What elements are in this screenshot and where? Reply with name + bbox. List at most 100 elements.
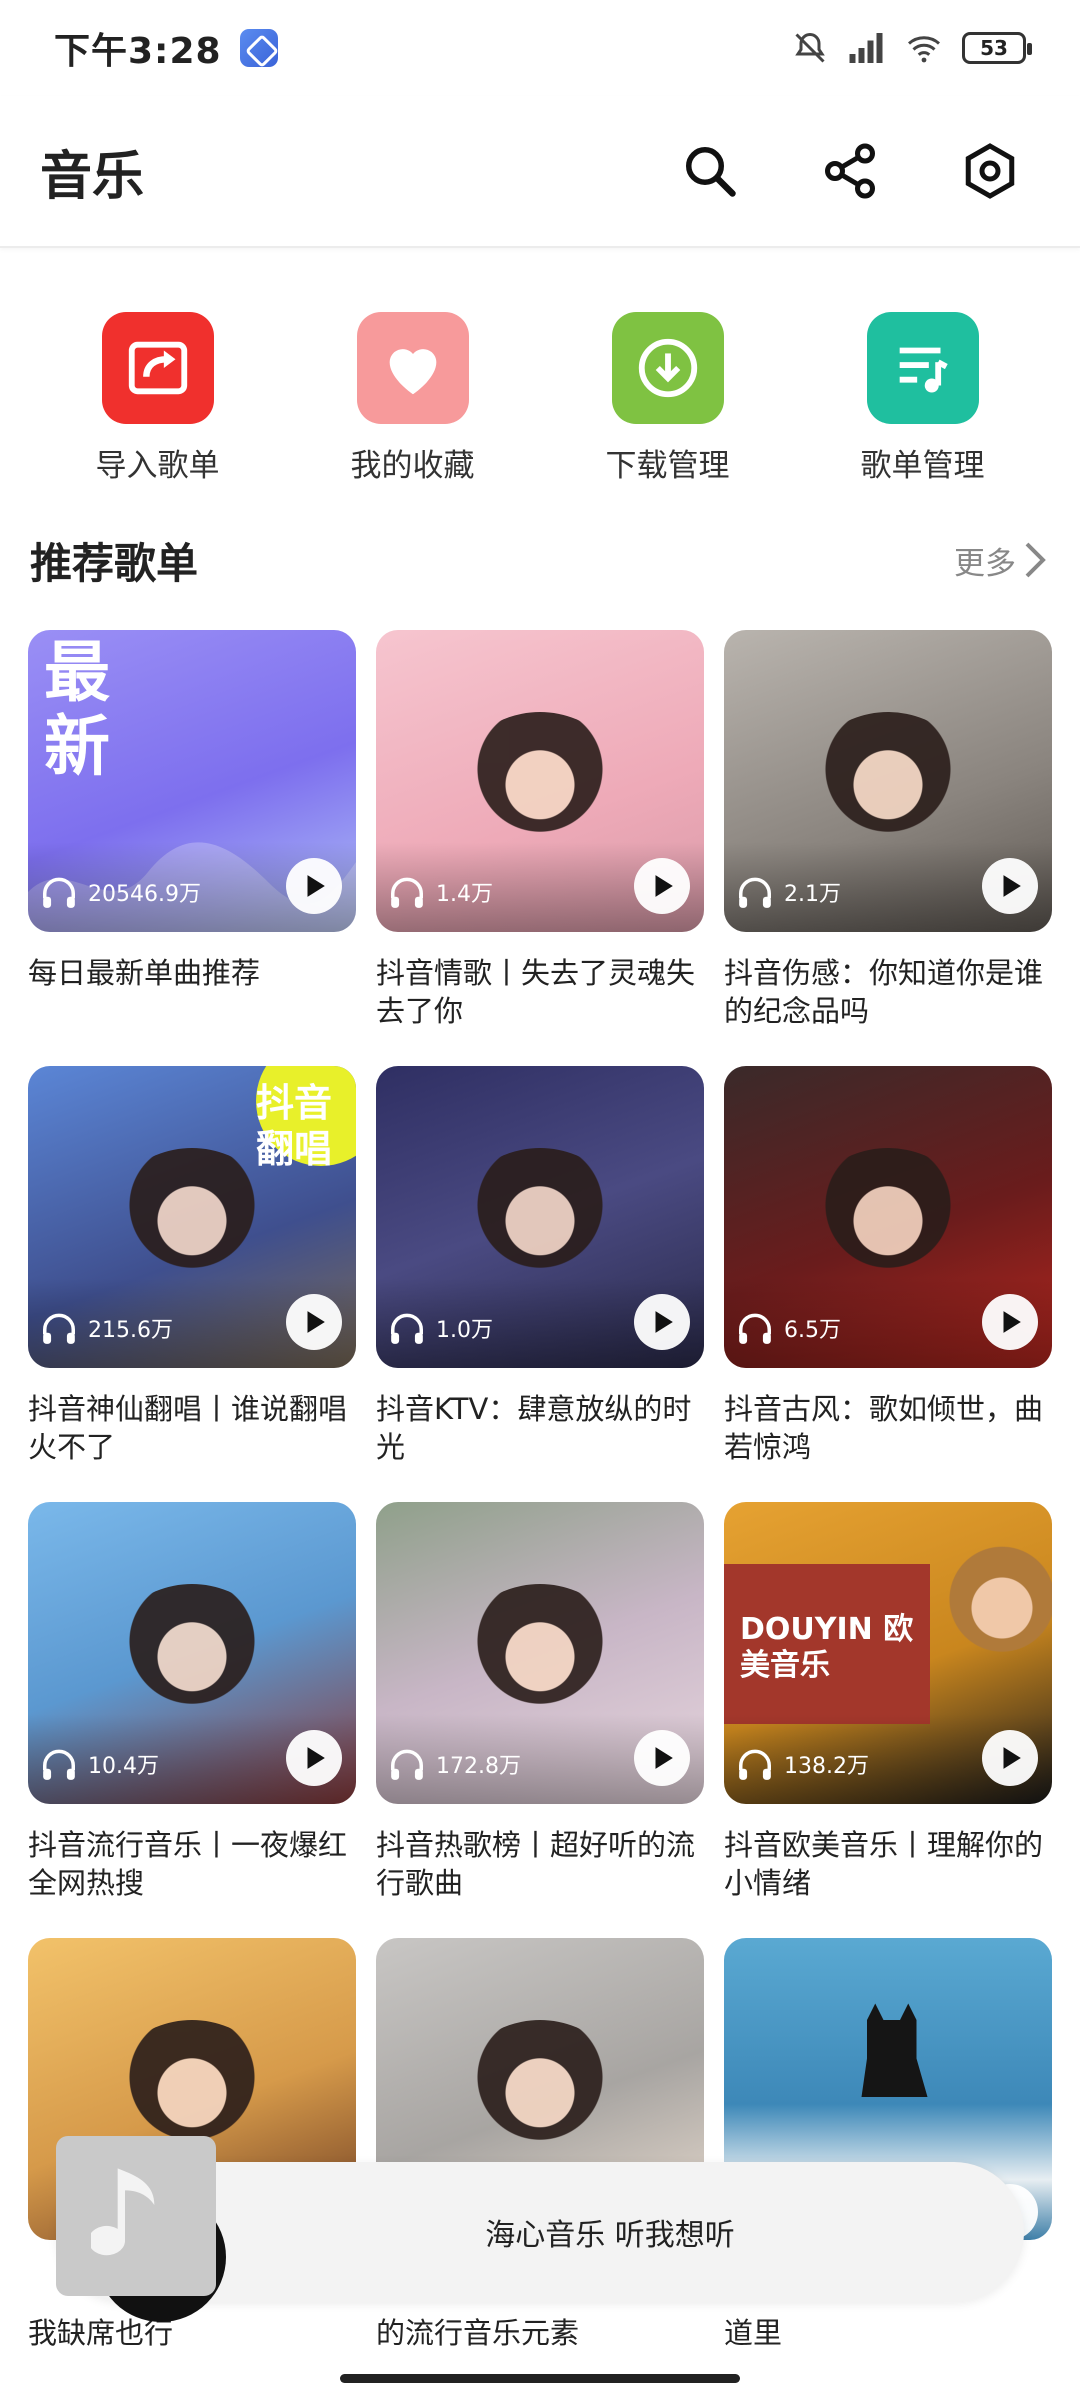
favorites-button[interactable]: 我的收藏 bbox=[303, 312, 523, 485]
play-count-value: 2.1万 bbox=[784, 882, 841, 907]
cover-badge: 最新 bbox=[44, 634, 110, 785]
section-title: 推荐歌单 bbox=[30, 538, 199, 588]
import-playlist-button[interactable]: 导入歌单 bbox=[48, 312, 268, 485]
play-count-value: 10.4万 bbox=[88, 1754, 159, 1779]
play-icon bbox=[307, 875, 325, 897]
play-count: 2.1万 bbox=[736, 874, 841, 910]
playlist-card[interactable]: 2.1万 抖音伤感：你知道你是谁的纪念品吗 bbox=[724, 630, 1052, 1066]
playlist-cover[interactable]: 6.5万 bbox=[724, 1066, 1052, 1368]
app-header: 音乐 bbox=[0, 96, 1080, 248]
settings-button[interactable] bbox=[940, 121, 1040, 221]
playlist-manager-button[interactable]: 歌单管理 bbox=[813, 312, 1033, 485]
play-icon bbox=[1003, 875, 1021, 897]
playlist-title-partial: 我缺席也行 bbox=[28, 2316, 174, 2350]
more-label: 更多 bbox=[954, 545, 1016, 582]
chevron-right-icon bbox=[1025, 542, 1046, 578]
album-art[interactable] bbox=[56, 2136, 216, 2296]
quick-action-label: 歌单管理 bbox=[860, 448, 985, 484]
play-count: 6.5万 bbox=[736, 1310, 841, 1346]
playlist-title-partial: 的流行音乐元素 bbox=[376, 2316, 580, 2350]
share-button[interactable] bbox=[800, 121, 900, 221]
playlist-cover[interactable]: 1.0万 bbox=[376, 1066, 704, 1368]
playlist-card[interactable]: 10.4万 抖音流行音乐丨一夜爆红全网热搜 bbox=[28, 1502, 356, 1938]
playlist-card[interactable]: 172.8万 抖音热歌榜丨超好听的流行歌曲 bbox=[376, 1502, 704, 1938]
playlist-title: 抖音KTV：肆意放纵的时光 bbox=[376, 1392, 692, 1464]
page-title: 音乐 bbox=[40, 146, 145, 207]
play-count: 172.8万 bbox=[388, 1746, 521, 1782]
mini-player-title: 海心音乐 听我想听 bbox=[485, 2218, 735, 2253]
play-count: 20546.9万 bbox=[40, 874, 201, 910]
headphones-icon bbox=[739, 1749, 771, 1780]
headphones-icon bbox=[739, 877, 771, 908]
playlist-icon bbox=[866, 312, 979, 424]
play-count-value: 6.5万 bbox=[784, 1318, 841, 1343]
playlist-title: 抖音流行音乐丨一夜爆红全网热搜 bbox=[28, 1828, 348, 1900]
playlist-title: 抖音伤感：你知道你是谁的纪念品吗 bbox=[724, 956, 1044, 1028]
play-count-value: 20546.9万 bbox=[88, 882, 201, 907]
play-count-value: 1.4万 bbox=[436, 882, 493, 907]
play-icon bbox=[655, 1747, 673, 1769]
play-button[interactable] bbox=[634, 1294, 690, 1350]
playlist-card[interactable]: DOUYIN 欧美音乐 138.2万 抖音欧美音乐丨理解你的小情绪 bbox=[724, 1502, 1052, 1938]
playlist-card[interactable]: 6.5万 抖音古风：歌如倾世，曲若惊鸿 bbox=[724, 1066, 1052, 1502]
playlist-title: 抖音神仙翻唱丨谁说翻唱火不了 bbox=[28, 1392, 348, 1464]
playlist-card[interactable]: 最新 20546.9万 每日最新单曲推荐 bbox=[28, 630, 356, 1066]
headphones-icon bbox=[391, 1313, 423, 1344]
play-button[interactable] bbox=[286, 1294, 342, 1350]
mute-icon bbox=[795, 32, 825, 63]
play-icon bbox=[307, 1747, 325, 1769]
play-icon bbox=[1003, 1311, 1021, 1333]
play-count: 138.2万 bbox=[736, 1746, 869, 1782]
playlist-card[interactable]: 抖音翻唱 215.6万 抖音神仙翻唱丨谁说翻唱火不了 bbox=[28, 1066, 356, 1502]
play-count-value: 138.2万 bbox=[784, 1754, 869, 1779]
play-icon bbox=[1003, 1747, 1021, 1769]
playlist-cover[interactable]: DOUYIN 欧美音乐 138.2万 bbox=[724, 1502, 1052, 1804]
play-count: 10.4万 bbox=[40, 1746, 159, 1782]
playlist-title: 抖音热歌榜丨超好听的流行歌曲 bbox=[376, 1828, 696, 1900]
status-time: 下午3:28 bbox=[54, 31, 222, 72]
wifi-icon bbox=[908, 36, 940, 63]
playlist-cover[interactable]: 10.4万 bbox=[28, 1502, 356, 1804]
search-button[interactable] bbox=[660, 121, 760, 221]
settings-icon bbox=[965, 143, 1015, 199]
share-icon bbox=[825, 143, 875, 199]
playlist-card[interactable]: 1.0万 抖音KTV：肆意放纵的时光 bbox=[376, 1066, 704, 1502]
headphones-icon bbox=[43, 1313, 75, 1344]
play-count-value: 215.6万 bbox=[88, 1318, 173, 1343]
cover-badge: DOUYIN 欧美音乐 bbox=[740, 1612, 914, 1683]
quick-actions: 导入歌单 我的收藏 下载管理 歌单管理 bbox=[0, 312, 1080, 485]
headphones-icon bbox=[43, 1749, 75, 1780]
quick-action-label: 我的收藏 bbox=[350, 448, 475, 484]
play-button[interactable] bbox=[634, 858, 690, 914]
status-indicators: 53 bbox=[792, 30, 1032, 66]
download-manager-button[interactable]: 下载管理 bbox=[558, 312, 778, 485]
play-button[interactable] bbox=[286, 1730, 342, 1786]
recommended-section-header: 推荐歌单 更多 bbox=[30, 525, 1050, 595]
search-icon bbox=[686, 147, 736, 197]
play-button[interactable] bbox=[982, 858, 1038, 914]
more-link[interactable]: 更多 bbox=[954, 538, 1050, 583]
playlist-cover[interactable]: 2.1万 bbox=[724, 630, 1052, 932]
heart-icon bbox=[356, 312, 469, 424]
home-indicator[interactable] bbox=[340, 2374, 740, 2383]
download-icon bbox=[611, 312, 724, 424]
playlist-cover[interactable]: 最新 20546.9万 bbox=[28, 630, 356, 932]
play-button[interactable] bbox=[982, 1294, 1038, 1350]
play-button[interactable] bbox=[634, 1730, 690, 1786]
playlist-cover[interactable]: 1.4万 bbox=[376, 630, 704, 932]
play-button[interactable] bbox=[982, 1730, 1038, 1786]
playlist-title-partial: 道里 bbox=[724, 2316, 783, 2350]
play-button[interactable] bbox=[286, 858, 342, 914]
playlist-cover[interactable]: 172.8万 bbox=[376, 1502, 704, 1804]
headphones-icon bbox=[43, 877, 75, 908]
playlist-grid: 最新 20546.9万 每日最新单曲推荐 1.4万 抖音情歌丨失去了灵魂失去了你… bbox=[28, 630, 1052, 2374]
import-icon bbox=[101, 312, 214, 424]
playlist-card[interactable]: 1.4万 抖音情歌丨失去了灵魂失去了你 bbox=[376, 630, 704, 1066]
play-icon bbox=[655, 1311, 673, 1333]
status-bar: 下午3:28 53 bbox=[0, 0, 1080, 96]
play-icon bbox=[655, 875, 673, 897]
playlist-cover[interactable]: 抖音翻唱 215.6万 bbox=[28, 1066, 356, 1368]
battery-indicator: 53 bbox=[962, 32, 1032, 64]
mini-player[interactable]: 海心音乐 听我想听 bbox=[56, 2136, 1024, 2322]
headphones-icon bbox=[391, 1749, 423, 1780]
